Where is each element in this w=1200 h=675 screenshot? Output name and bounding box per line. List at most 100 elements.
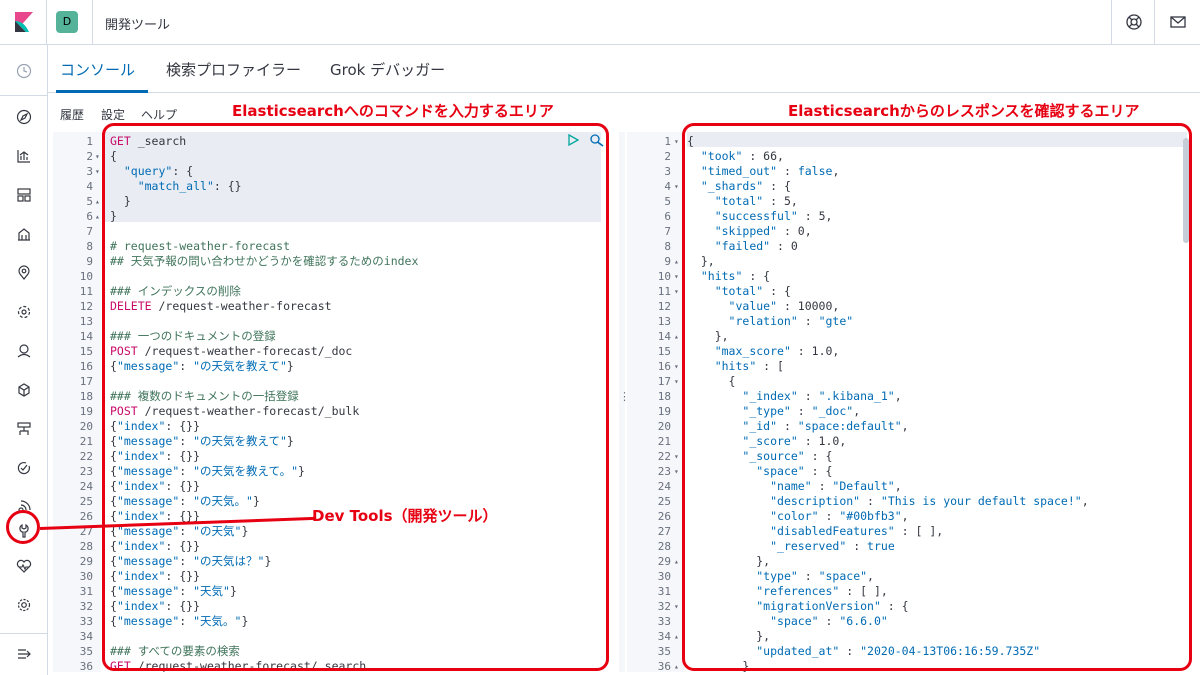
space-avatar[interactable]: D <box>56 11 78 33</box>
fold-toggle-icon[interactable]: ▴ <box>95 194 100 209</box>
management-gear-icon[interactable] <box>12 593 36 617</box>
history-link[interactable]: 履歴 <box>60 106 84 123</box>
fold-toggle-icon[interactable]: ▾ <box>674 359 679 374</box>
line-number: 5 <box>664 195 671 208</box>
help-link[interactable]: ヘルプ <box>141 106 177 123</box>
line-number: 33 <box>79 615 93 628</box>
line-number: 36 <box>657 660 671 672</box>
line-number: 30 <box>79 570 93 583</box>
fold-toggle-icon[interactable]: ▾ <box>674 134 679 149</box>
line-number: 1 <box>86 135 93 148</box>
line-number: 16 <box>657 360 671 373</box>
monitoring-heartbeat-icon[interactable] <box>12 554 36 578</box>
line-number: 9 <box>664 255 671 268</box>
maps-icon[interactable] <box>12 261 36 285</box>
fold-toggle-icon[interactable]: ▾ <box>674 374 679 389</box>
line-number: 24 <box>657 480 671 493</box>
line-number: 29 <box>657 555 671 568</box>
fold-toggle-icon[interactable]: ▴ <box>674 629 679 644</box>
input-area-highlight-box <box>102 123 609 671</box>
line-number: 28 <box>657 540 671 553</box>
line-number: 31 <box>79 585 93 598</box>
line-number: 11 <box>657 285 671 298</box>
line-number: 27 <box>657 525 671 538</box>
dashboard-icon[interactable] <box>12 183 36 207</box>
header-divider <box>1154 0 1155 45</box>
line-number: 10 <box>657 270 671 283</box>
fold-toggle-icon[interactable]: ▾ <box>674 179 679 194</box>
line-number: 32 <box>657 600 671 613</box>
fold-toggle-icon[interactable]: ▴ <box>674 659 679 672</box>
line-number: 2 <box>86 150 93 163</box>
line-number: 21 <box>79 435 93 448</box>
app-title: 開発ツール <box>105 18 171 33</box>
line-number: 5 <box>86 195 93 208</box>
tab-console[interactable]: コンソール <box>60 59 135 80</box>
line-number: 23 <box>657 465 671 478</box>
line-number: 23 <box>79 465 93 478</box>
newsfeed-mail-icon[interactable] <box>1166 10 1190 34</box>
fold-toggle-icon[interactable]: ▾ <box>674 284 679 299</box>
fold-toggle-icon[interactable]: ▾ <box>674 269 679 284</box>
kibana-logo-icon[interactable] <box>12 10 36 34</box>
recent-clock-icon[interactable] <box>12 59 36 83</box>
line-number: 18 <box>79 390 93 403</box>
line-number: 6 <box>86 210 93 223</box>
line-number: 8 <box>86 240 93 253</box>
line-number: 33 <box>657 615 671 628</box>
fold-toggle-icon[interactable]: ▾ <box>674 599 679 614</box>
canvas-icon[interactable] <box>12 222 36 246</box>
header-divider <box>1111 0 1112 45</box>
fold-toggle-icon[interactable]: ▴ <box>674 254 679 269</box>
tab-search-profiler[interactable]: 検索プロファイラー <box>166 59 301 80</box>
line-number: 21 <box>657 435 671 448</box>
line-number: 17 <box>79 375 93 388</box>
line-number: 35 <box>657 645 671 658</box>
line-number: 30 <box>657 570 671 583</box>
line-number: 34 <box>79 630 93 643</box>
discover-compass-icon[interactable] <box>12 105 36 129</box>
line-number: 32 <box>79 600 93 613</box>
line-number: 19 <box>657 405 671 418</box>
dev-tools-annotation: Dev Tools（開発ツール） <box>312 507 498 525</box>
line-number: 34 <box>657 630 671 643</box>
line-number: 20 <box>657 420 671 433</box>
collapse-menu-icon[interactable] <box>12 642 36 666</box>
line-number: 1 <box>664 135 671 148</box>
line-number: 36 <box>79 660 93 672</box>
fold-toggle-icon[interactable]: ▾ <box>674 449 679 464</box>
line-number: 13 <box>657 315 671 328</box>
line-number: 29 <box>79 555 93 568</box>
visualize-chart-icon[interactable] <box>12 144 36 168</box>
dev-tools-highlight-circle <box>6 510 40 544</box>
header-divider <box>46 0 47 45</box>
line-number: 2 <box>664 150 671 163</box>
fold-toggle-icon[interactable]: ▴ <box>674 554 679 569</box>
pane-splitter[interactable]: ⋮ <box>619 132 630 672</box>
line-number: 18 <box>657 390 671 403</box>
line-number: 4 <box>664 180 671 193</box>
settings-link[interactable]: 設定 <box>101 106 125 123</box>
line-number: 3 <box>664 165 671 178</box>
fold-toggle-icon[interactable]: ▴ <box>95 209 100 224</box>
fold-toggle-icon[interactable]: ▾ <box>95 149 100 164</box>
output-area-highlight-box <box>682 123 1192 671</box>
fold-toggle-icon[interactable]: ▾ <box>674 464 679 479</box>
fold-toggle-icon[interactable]: ▴ <box>674 329 679 344</box>
nav-divider <box>0 95 48 96</box>
line-number: 14 <box>657 330 671 343</box>
line-number: 22 <box>657 450 671 463</box>
help-lifebuoy-icon[interactable] <box>1122 10 1146 34</box>
line-number: 3 <box>86 165 93 178</box>
infrastructure-icon[interactable] <box>12 339 36 363</box>
line-number: 31 <box>657 585 671 598</box>
ml-icon[interactable] <box>12 300 36 324</box>
apm-icon[interactable] <box>12 417 36 441</box>
logs-icon[interactable] <box>12 378 36 402</box>
tab-grok-debugger[interactable]: Grok デバッガー <box>330 59 445 80</box>
line-number: 6 <box>664 210 671 223</box>
uptime-icon[interactable] <box>12 456 36 480</box>
line-number: 19 <box>79 405 93 418</box>
line-number: 14 <box>79 330 93 343</box>
fold-toggle-icon[interactable]: ▾ <box>95 164 100 179</box>
